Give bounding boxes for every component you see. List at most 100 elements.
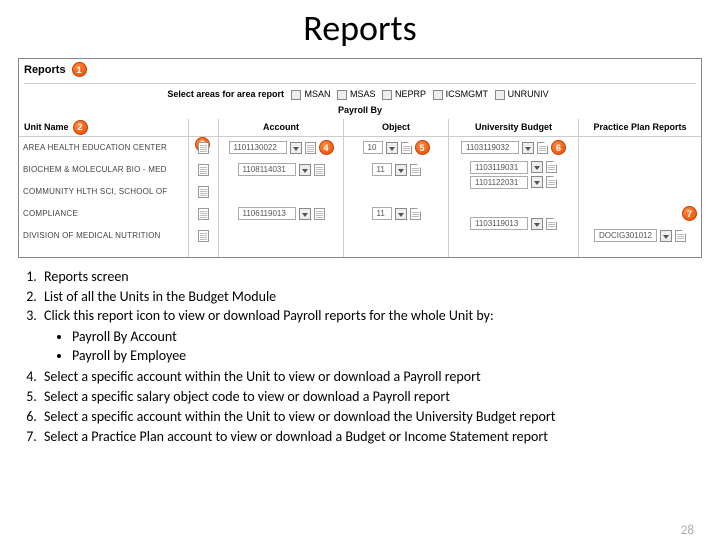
col-head-university: University Budget	[449, 119, 578, 137]
table-row: 1103119032 6	[449, 137, 578, 159]
col-head-object: Object	[344, 119, 448, 137]
report-icon[interactable]	[198, 142, 209, 154]
plan-select[interactable]: DOCIG301012	[594, 229, 657, 242]
checkbox[interactable]	[433, 90, 443, 100]
column-university-budget: University Budget 1103119032 6 110311903…	[449, 119, 579, 257]
dropdown-icon[interactable]	[395, 208, 407, 220]
col-head-plan: Practice Plan Reports	[579, 119, 701, 137]
account-select[interactable]: 1101130022	[229, 141, 287, 154]
select-areas-row: Select areas for area report MSAN MSAS N…	[19, 87, 701, 103]
pdf-icon[interactable]	[675, 230, 686, 242]
table-row: 10 5	[344, 137, 448, 159]
list-item: Payroll by Employee	[72, 347, 702, 366]
pdf-icon[interactable]	[546, 161, 557, 173]
pdf-icon[interactable]	[410, 208, 421, 220]
dropdown-icon[interactable]	[531, 176, 543, 188]
area-option[interactable]: NEPRP	[395, 89, 426, 99]
list-item-text: Click this report icon to view or downlo…	[44, 307, 494, 324]
univ-select[interactable]: 1103119032	[461, 141, 519, 154]
pdf-icon[interactable]	[401, 142, 412, 154]
col-head-text: University Budget	[475, 122, 552, 132]
checkbox[interactable]	[291, 90, 301, 100]
dropdown-icon[interactable]	[299, 208, 311, 220]
pdf-icon[interactable]	[410, 164, 421, 176]
list-item: Reports screen	[40, 268, 702, 287]
app-screenshot: Reports 1 Select areas for area report M…	[18, 58, 702, 258]
pdf-icon[interactable]	[546, 218, 557, 230]
unit-name: BIOCHEM & MOLECULAR BIO - MED	[23, 165, 167, 174]
list-item: Click this report icon to view or downlo…	[40, 307, 702, 366]
report-icon[interactable]	[314, 164, 325, 176]
annotation-7: 7	[682, 206, 697, 221]
annotation-6: 6	[551, 140, 566, 155]
object-select[interactable]: 11	[372, 207, 392, 220]
report-icon[interactable]	[198, 186, 209, 198]
dropdown-icon[interactable]	[522, 142, 534, 154]
table-row	[219, 181, 343, 203]
column-account: Account 1101130022 4 1108114031 11061190…	[219, 119, 344, 257]
col-head-text: Unit Name	[24, 122, 69, 132]
area-option[interactable]: MSAN	[304, 89, 330, 99]
table-row: COMMUNITY HLTH SCI, SCHOOL OF	[19, 181, 188, 203]
dropdown-icon[interactable]	[660, 230, 672, 242]
column-practice-plan: Practice Plan Reports 7 DOCIG301012	[579, 119, 701, 257]
instructions-list: Reports screen List of all the Units in …	[18, 268, 702, 447]
page-number: 28	[681, 523, 694, 538]
dropdown-icon[interactable]	[395, 164, 407, 176]
checkbox[interactable]	[337, 90, 347, 100]
annotation-4: 4	[319, 140, 334, 155]
col-head-text: Account	[263, 122, 299, 132]
col-head-unit: Unit Name 2	[19, 119, 188, 137]
dropdown-icon[interactable]	[531, 218, 543, 230]
col-head-spacer: 3	[189, 119, 218, 137]
table-row: BIOCHEM & MOLECULAR BIO - MED	[19, 159, 188, 181]
report-icon[interactable]	[314, 208, 325, 220]
col-head-account: Account	[219, 119, 343, 137]
area-option[interactable]: ICSMGMT	[446, 89, 489, 99]
report-icon[interactable]	[305, 142, 316, 154]
table-row: 1106119013	[219, 203, 343, 225]
unit-name: DIVISION OF MEDICAL NUTRITION	[23, 231, 161, 240]
select-areas-label: Select areas for area report	[167, 89, 284, 99]
table-row: DIVISION OF MEDICAL NUTRITION	[19, 225, 188, 247]
column-unit-name: Unit Name 2 AREA HEALTH EDUCATION CENTER…	[19, 119, 189, 257]
area-option[interactable]: UNRUNIV	[508, 89, 549, 99]
checkbox[interactable]	[382, 90, 392, 100]
table-row	[579, 137, 701, 159]
reports-section-label: Reports 1	[19, 59, 701, 83]
report-grid: Unit Name 2 AREA HEALTH EDUCATION CENTER…	[19, 119, 701, 257]
col-head-text: Practice Plan Reports	[593, 122, 686, 132]
pdf-icon[interactable]	[537, 142, 548, 154]
univ-select[interactable]: 1101122031	[470, 176, 528, 189]
table-row	[579, 181, 701, 203]
unit-name: AREA HEALTH EDUCATION CENTER	[23, 143, 167, 152]
report-icon[interactable]	[198, 230, 209, 242]
column-payroll-icons: 3	[189, 119, 219, 257]
divider	[24, 83, 696, 84]
table-row: AREA HEALTH EDUCATION CENTER	[19, 137, 188, 159]
table-row	[189, 225, 218, 247]
table-row	[579, 159, 701, 181]
object-select[interactable]: 11	[372, 163, 392, 176]
list-item: Select a specific account within the Uni…	[40, 408, 702, 427]
univ-select[interactable]: 1103119013	[470, 217, 528, 230]
table-row: COMPLIANCE	[19, 203, 188, 225]
reports-text: Reports	[24, 64, 66, 76]
object-select[interactable]: 10	[363, 141, 383, 154]
checkbox[interactable]	[495, 90, 505, 100]
table-row	[344, 225, 448, 247]
account-select[interactable]: 1106119013	[238, 207, 296, 220]
univ-select[interactable]: 1103119031	[470, 161, 528, 174]
dropdown-icon[interactable]	[386, 142, 398, 154]
table-row: 1101130022 4	[219, 137, 343, 159]
dropdown-icon[interactable]	[531, 161, 543, 173]
area-option[interactable]: MSAS	[350, 89, 376, 99]
report-icon[interactable]	[198, 208, 209, 220]
dropdown-icon[interactable]	[290, 142, 302, 154]
account-select[interactable]: 1108114031	[238, 163, 296, 176]
dropdown-icon[interactable]	[299, 164, 311, 176]
report-icon[interactable]	[198, 164, 209, 176]
sub-bullets: Payroll By Account Payroll by Employee	[72, 328, 702, 366]
pdf-icon[interactable]	[546, 176, 557, 188]
list-item: Select a specific account within the Uni…	[40, 368, 702, 387]
